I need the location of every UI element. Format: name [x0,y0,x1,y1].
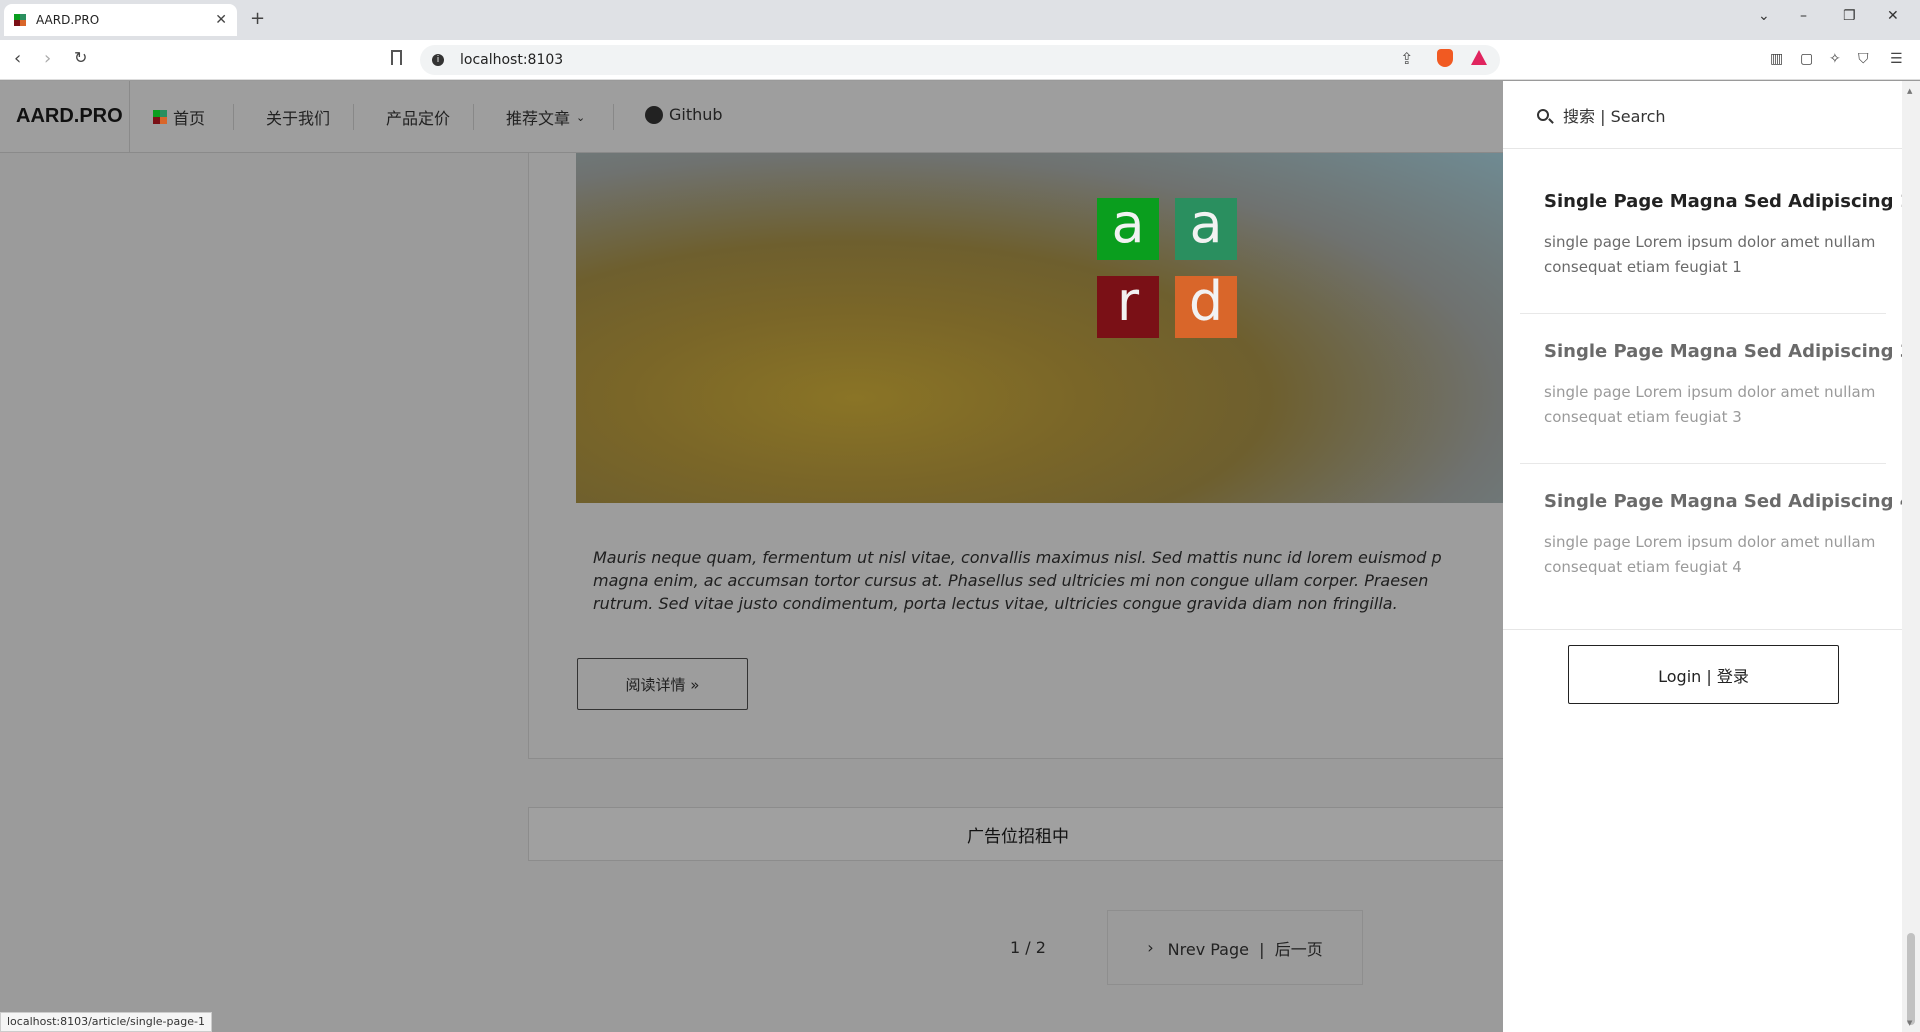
share-icon[interactable]: ⇪ [1400,49,1413,68]
sidebar-toggle-icon[interactable]: ▥ [1770,51,1783,67]
ad-banner: 广告位招租中 [528,807,1508,861]
sidebar-post[interactable]: Single Page Magna Sed Adipiscing 3 singl… [1544,341,1912,430]
nav-about-label: 关于我们 [266,109,331,128]
new-tab-button[interactable]: + [250,8,265,29]
brave-shields-icon[interactable] [1437,49,1453,67]
site-brand[interactable]: AARD.PRO [16,105,123,128]
scroll-up-arrow-icon[interactable]: ▲ [1907,87,1912,95]
post-summary: single page Lorem ipsum dolor amet nulla… [1544,533,1876,576]
nav-home-label: 首页 [173,109,206,128]
address-bar[interactable]: i localhost:8103 [420,45,1500,75]
chevron-down-icon: ⌄ [576,110,586,124]
nav-pricing-label: 产品定价 [386,109,451,128]
brave-rewards-icon[interactable] [1471,50,1487,65]
home-grid-icon [153,110,167,124]
window-close-icon[interactable]: ✕ [1887,8,1899,24]
post-summary: single page Lorem ipsum dolor amet nulla… [1544,233,1876,276]
post-title[interactable]: Single Page Magna Sed Adipiscing 3 [1544,341,1912,362]
status-bar-url: localhost:8103/article/single-page-1 [0,1012,212,1032]
restore-icon[interactable]: ❐ [1843,8,1856,24]
login-divider [1503,629,1902,630]
nav-articles-dropdown[interactable]: 推荐文章 ⌄ [506,105,585,129]
search-icon [1537,108,1549,121]
nav-home[interactable]: 首页 [153,105,205,129]
leo-ai-icon[interactable]: ✧ [1829,51,1841,67]
reload-icon[interactable]: ↻ [74,48,87,67]
post-divider [1520,313,1886,314]
post-divider [1520,463,1886,464]
logo-letter: a [1097,197,1159,260]
brand-divider [129,81,130,153]
logo-letter: r [1097,275,1159,338]
github-icon [645,105,663,124]
search-input[interactable]: 搜索 | Search [1503,81,1902,149]
browser-tab[interactable]: AARD.PRO ✕ [4,4,237,36]
post-summary: single page Lorem ipsum dolor amet nulla… [1544,383,1876,426]
tab-close-icon[interactable]: ✕ [215,12,227,28]
scroll-down-arrow-icon[interactable]: ▼ [1907,1019,1912,1027]
tab-search-chevron-icon[interactable]: ⌄ [1758,8,1770,24]
search-placeholder: 搜索 | Search [1563,106,1666,126]
tab-bar: AARD.PRO ✕ + ⌄ – ❐ ✕ [0,0,1920,40]
browser-toolbar: ‹ › ↻ i localhost:8103 ⇪ ▥ ▢ ✧ ⛉ ☰ [0,40,1920,80]
article-hero-image[interactable]: a a r d [576,153,1506,503]
next-page-button[interactable]: › Nrev Page | 后一页 [1107,910,1363,985]
nav-about[interactable]: 关于我们 [266,105,330,129]
logo-letter: d [1175,275,1237,338]
nav-github-label: Github [669,105,723,124]
post-title[interactable]: Single Page Magna Sed Adipiscing 1 [1544,191,1912,212]
page-count: 1 / 2 [1010,938,1046,957]
nav-github[interactable]: Github [645,105,723,124]
menu-icon[interactable]: ☰ [1890,51,1903,67]
url-text: localhost:8103 [460,52,564,68]
nav-pricing[interactable]: 产品定价 [386,105,450,129]
excerpt-line: magna enim, ac accumsan tortor cursus at… [593,571,1429,590]
logo-letter: a [1175,197,1237,260]
nav-articles-label: 推荐文章 [506,109,571,128]
excerpt-line: Mauris neque quam, fermentum ut nisl vit… [593,548,1442,567]
tab-title: AARD.PRO [36,13,100,27]
article-excerpt: Mauris neque quam, fermentum ut nisl vit… [593,546,1513,615]
excerpt-line: rutrum. Sed vitae justo condimentum, por… [593,594,1398,613]
nav-divider [353,104,354,130]
chevron-right-icon: › [1147,938,1154,957]
scrollbar-thumb[interactable] [1907,933,1915,1025]
login-button[interactable]: Login | 登录 [1568,645,1839,704]
next-page-label: Nrev Page | 后一页 [1167,939,1323,959]
nav-divider [233,104,234,130]
ad-text: 广告位招租中 [967,826,1069,847]
nav-divider [473,104,474,130]
sidebar-post[interactable]: Single Page Magna Sed Adipiscing 4 singl… [1544,491,1912,580]
site-info-icon[interactable]: i [432,54,444,66]
vpn-icon[interactable]: ⛉ [1858,51,1869,67]
nav-divider [613,104,614,130]
sidebar-panel: 搜索 | Search Single Page Magna Sed Adipis… [1503,81,1912,1032]
read-more-button[interactable]: 阅读详情 » [577,658,748,710]
minimize-icon[interactable]: – [1800,8,1807,24]
bookmark-icon[interactable] [391,50,402,65]
post-title[interactable]: Single Page Magna Sed Adipiscing 4 [1544,491,1912,512]
wallet-icon[interactable]: ▢ [1800,51,1813,67]
back-icon[interactable]: ‹ [14,48,21,69]
scrollbar[interactable]: ▲ ▼ [1902,81,1920,1032]
site-favicon-icon [14,14,26,26]
sidebar-post[interactable]: Single Page Magna Sed Adipiscing 1 singl… [1544,191,1912,280]
forward-icon[interactable]: › [44,48,51,69]
aard-logo: a a r d [1097,197,1237,338]
